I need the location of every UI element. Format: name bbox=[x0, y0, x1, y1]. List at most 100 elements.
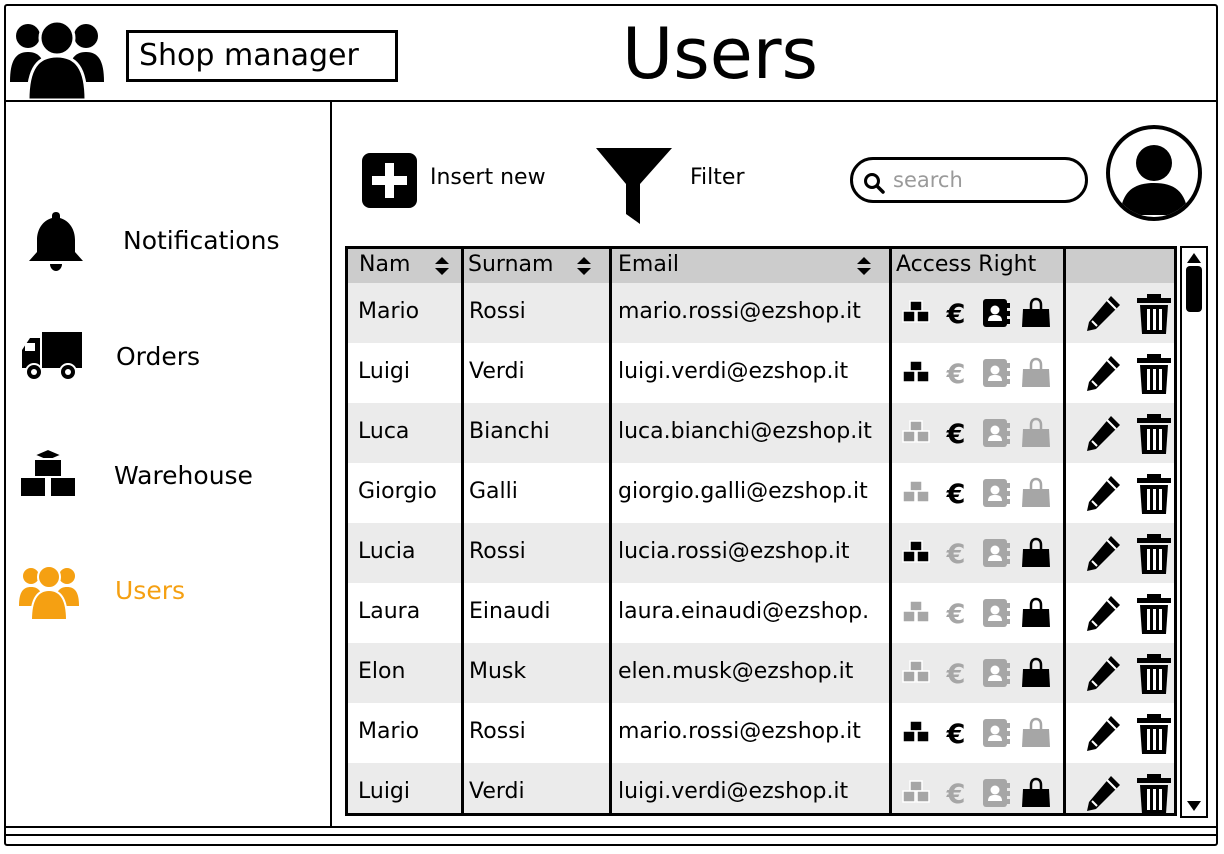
warehouse-access-icon[interactable] bbox=[900, 777, 932, 809]
sort-icon[interactable] bbox=[856, 256, 872, 276]
add-icon[interactable] bbox=[362, 153, 417, 208]
search-icon bbox=[864, 173, 885, 194]
table-row[interactable]: Elon Musk elen.musk@ezshop.it € bbox=[348, 643, 1174, 703]
table-row[interactable]: Giorgio Galli giorgio.galli@ezshop.it € bbox=[348, 463, 1174, 523]
euro-access-icon[interactable]: € bbox=[940, 357, 972, 389]
filter-button[interactable]: Filter bbox=[690, 165, 744, 190]
delete-icon[interactable] bbox=[1134, 773, 1174, 815]
sidebar-item-orders[interactable]: Orders bbox=[20, 328, 200, 384]
warehouse-access-icon[interactable] bbox=[900, 537, 932, 569]
warehouse-access-icon[interactable] bbox=[900, 357, 932, 389]
cell-email: mario.rossi@ezshop.it bbox=[618, 719, 861, 744]
edit-icon[interactable] bbox=[1082, 413, 1122, 455]
sidebar-item-notifications[interactable]: Notifications bbox=[24, 208, 279, 272]
filter-icon[interactable] bbox=[596, 148, 672, 224]
shopping-bag-access-icon[interactable] bbox=[1020, 717, 1052, 749]
avatar[interactable] bbox=[1106, 125, 1202, 221]
euro-access-icon[interactable]: € bbox=[940, 717, 972, 749]
contacts-access-icon[interactable] bbox=[980, 297, 1012, 329]
sidebar-item-warehouse[interactable]: Warehouse bbox=[18, 448, 253, 502]
edit-icon[interactable] bbox=[1082, 593, 1122, 635]
delete-icon[interactable] bbox=[1134, 413, 1174, 455]
scrollbar-thumb[interactable] bbox=[1186, 266, 1202, 312]
edit-icon[interactable] bbox=[1082, 533, 1122, 575]
shopping-bag-access-icon[interactable] bbox=[1020, 537, 1052, 569]
scroll-down-icon[interactable] bbox=[1186, 800, 1202, 812]
bell-icon bbox=[29, 212, 83, 271]
search-input[interactable] bbox=[893, 166, 1073, 194]
euro-access-icon[interactable]: € bbox=[940, 417, 972, 449]
svg-text:€: € bbox=[946, 479, 966, 509]
table-scrollbar[interactable] bbox=[1180, 246, 1208, 818]
sidebar-item-label: Warehouse bbox=[114, 460, 253, 490]
delete-icon[interactable] bbox=[1134, 353, 1174, 395]
delete-icon[interactable] bbox=[1134, 293, 1174, 335]
shopping-bag-access-icon[interactable] bbox=[1020, 477, 1052, 509]
table-row[interactable]: Luigi Verdi luigi.verdi@ezshop.it € bbox=[348, 343, 1174, 403]
cell-surname: Galli bbox=[469, 479, 518, 504]
euro-access-icon[interactable]: € bbox=[940, 777, 972, 809]
contacts-access-icon[interactable] bbox=[980, 477, 1012, 509]
table-row[interactable]: Luigi Verdi luigi.verdi@ezshop.it € bbox=[348, 763, 1174, 815]
sort-icon[interactable] bbox=[576, 256, 592, 276]
delete-icon[interactable] bbox=[1134, 653, 1174, 695]
edit-icon[interactable] bbox=[1082, 473, 1122, 515]
edit-icon[interactable] bbox=[1082, 293, 1122, 335]
column-divider bbox=[609, 249, 612, 813]
contacts-access-icon[interactable] bbox=[980, 717, 1012, 749]
delete-icon[interactable] bbox=[1134, 713, 1174, 755]
table-row[interactable]: Luca Bianchi luca.bianchi@ezshop.it € bbox=[348, 403, 1174, 463]
cell-name: Laura bbox=[358, 599, 421, 624]
app-title-box: Shop manager bbox=[126, 30, 398, 82]
svg-text:€: € bbox=[946, 539, 966, 569]
table-row[interactable]: Laura Einaudi laura.einaudi@ezshop. € bbox=[348, 583, 1174, 643]
delete-icon[interactable] bbox=[1134, 593, 1174, 635]
cell-name: Luigi bbox=[358, 779, 411, 804]
edit-icon[interactable] bbox=[1082, 713, 1122, 755]
sidebar-item-label: Users bbox=[115, 575, 186, 605]
contacts-access-icon[interactable] bbox=[980, 537, 1012, 569]
contacts-access-icon[interactable] bbox=[980, 357, 1012, 389]
edit-icon[interactable] bbox=[1082, 773, 1122, 815]
shopping-bag-access-icon[interactable] bbox=[1020, 297, 1052, 329]
contacts-access-icon[interactable] bbox=[980, 777, 1012, 809]
edit-icon[interactable] bbox=[1082, 653, 1122, 695]
cell-name: Luigi bbox=[358, 359, 411, 384]
warehouse-access-icon[interactable] bbox=[900, 717, 932, 749]
sidebar-item-users[interactable]: Users bbox=[18, 560, 185, 620]
delete-icon[interactable] bbox=[1134, 473, 1174, 515]
warehouse-access-icon[interactable] bbox=[900, 417, 932, 449]
scroll-up-icon[interactable] bbox=[1186, 252, 1202, 264]
shopping-bag-access-icon[interactable] bbox=[1020, 357, 1052, 389]
edit-icon[interactable] bbox=[1082, 353, 1122, 395]
table-row[interactable]: Mario Rossi mario.rossi@ezshop.it € bbox=[348, 283, 1174, 343]
warehouse-access-icon[interactable] bbox=[900, 297, 932, 329]
delete-icon[interactable] bbox=[1134, 533, 1174, 575]
table-row[interactable]: Lucia Rossi lucia.rossi@ezshop.it € bbox=[348, 523, 1174, 583]
column-divider bbox=[461, 249, 464, 813]
shopping-bag-access-icon[interactable] bbox=[1020, 657, 1052, 689]
table-row[interactable]: Mario Rossi mario.rossi@ezshop.it € bbox=[348, 703, 1174, 763]
insert-new-button[interactable]: Insert new bbox=[430, 165, 546, 190]
euro-access-icon[interactable]: € bbox=[940, 477, 972, 509]
euro-access-icon[interactable]: € bbox=[940, 597, 972, 629]
truck-icon bbox=[22, 332, 82, 381]
search-box[interactable] bbox=[850, 157, 1088, 203]
euro-access-icon[interactable]: € bbox=[940, 657, 972, 689]
warehouse-access-icon[interactable] bbox=[900, 597, 932, 629]
contacts-access-icon[interactable] bbox=[980, 597, 1012, 629]
sort-icon[interactable] bbox=[434, 256, 450, 276]
euro-access-icon[interactable]: € bbox=[940, 297, 972, 329]
sidebar-divider bbox=[330, 102, 332, 828]
table-header: Nam Surnam Email Access Right bbox=[348, 249, 1174, 283]
shopping-bag-access-icon[interactable] bbox=[1020, 597, 1052, 629]
warehouse-access-icon[interactable] bbox=[900, 657, 932, 689]
warehouse-access-icon[interactable] bbox=[900, 477, 932, 509]
contacts-access-icon[interactable] bbox=[980, 417, 1012, 449]
header-divider bbox=[4, 100, 1218, 102]
column-header-email[interactable]: Email bbox=[612, 249, 892, 283]
contacts-access-icon[interactable] bbox=[980, 657, 1012, 689]
shopping-bag-access-icon[interactable] bbox=[1020, 417, 1052, 449]
shopping-bag-access-icon[interactable] bbox=[1020, 777, 1052, 809]
euro-access-icon[interactable]: € bbox=[940, 537, 972, 569]
